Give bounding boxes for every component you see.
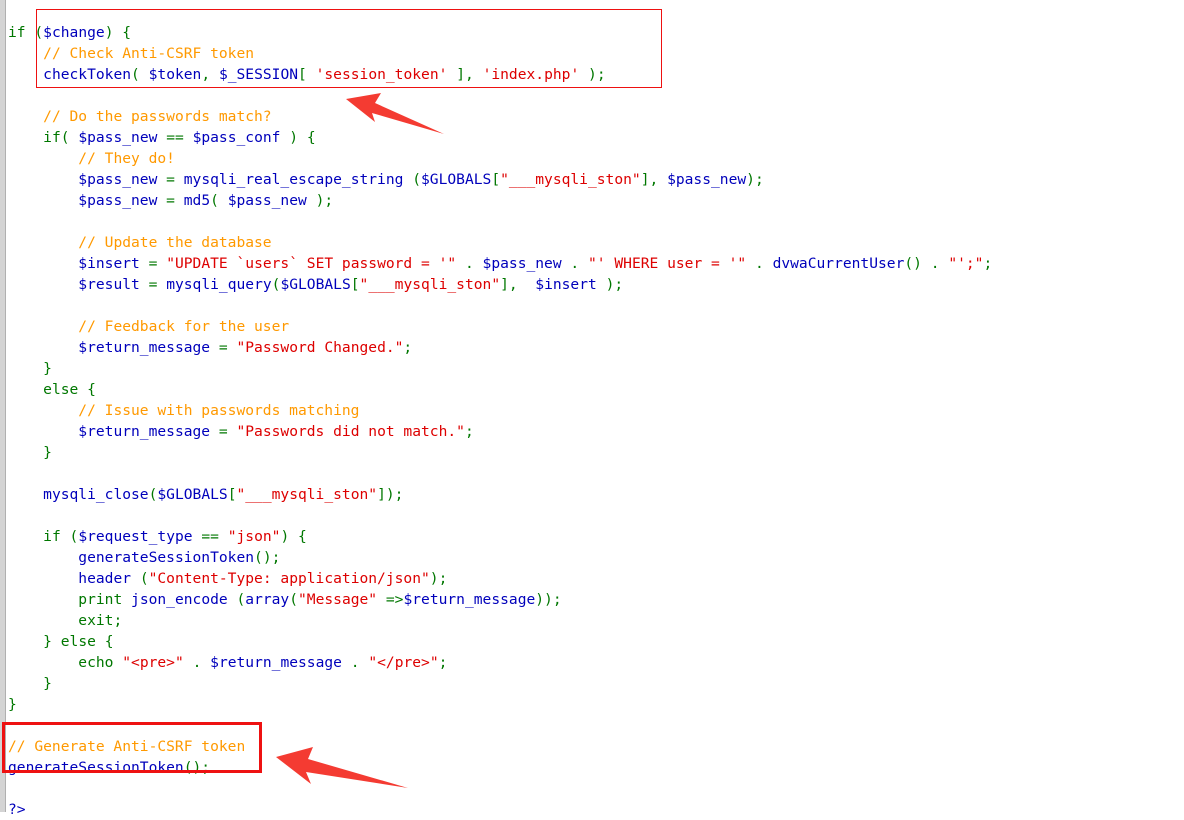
code-line-25: if ($request_type == "json") { <box>43 527 307 545</box>
code-line-36: generateSessionToken(); <box>8 758 211 776</box>
code-line-23: mysqli_close($GLOBALS["___mysqli_ston"])… <box>43 485 404 503</box>
code-line-1: if ($change) { <box>8 23 132 41</box>
code-line-13: $result = mysqli_query($GLOBALS["___mysq… <box>78 275 624 293</box>
code-line-29: exit; <box>78 611 123 629</box>
code-line-38: ?> <box>8 800 26 818</box>
code-line-26: generateSessionToken(); <box>78 548 281 566</box>
code-line-3: checkToken( $token, $_SESSION[ 'session_… <box>43 65 606 83</box>
code-line-9: $pass_new = md5( $pass_new ); <box>78 191 334 209</box>
code-line-28: print json_encode (array("Message" =>$re… <box>78 590 562 608</box>
code-viewer: if ($change) { // Check Anti-CSRF token … <box>0 0 1184 818</box>
php-source-code[interactable]: if ($change) { // Check Anti-CSRF token … <box>8 22 1178 820</box>
code-line-8: $pass_new = mysqli_real_escape_string ($… <box>78 170 764 188</box>
code-line-32: } <box>43 674 52 692</box>
code-line-6: if( $pass_new == $pass_conf ) { <box>43 128 316 146</box>
code-line-17: } <box>43 359 52 377</box>
code-line-35: // Generate Anti-CSRF token <box>8 737 246 755</box>
code-line-20: $return_message = "Passwords did not mat… <box>78 422 474 440</box>
code-line-31: echo "<pre>" . $return_message . "</pre>… <box>78 653 448 671</box>
code-line-18: else { <box>43 380 96 398</box>
code-line-30: } else { <box>43 632 114 650</box>
code-line-19: // Issue with passwords matching <box>78 401 360 419</box>
gutter-divider <box>5 0 6 812</box>
code-line-11: // Update the database <box>78 233 272 251</box>
code-line-5: // Do the passwords match? <box>43 107 272 125</box>
code-line-33: } <box>8 695 17 713</box>
code-line-12: $insert = "UPDATE `users` SET password =… <box>78 254 993 272</box>
code-line-27: header ("Content-Type: application/json"… <box>78 569 448 587</box>
code-line-16: $return_message = "Password Changed."; <box>78 338 413 356</box>
code-line-2: // Check Anti-CSRF token <box>43 44 255 62</box>
code-line-7: // They do! <box>78 149 175 167</box>
code-line-21: } <box>43 443 52 461</box>
code-line-15: // Feedback for the user <box>78 317 290 335</box>
